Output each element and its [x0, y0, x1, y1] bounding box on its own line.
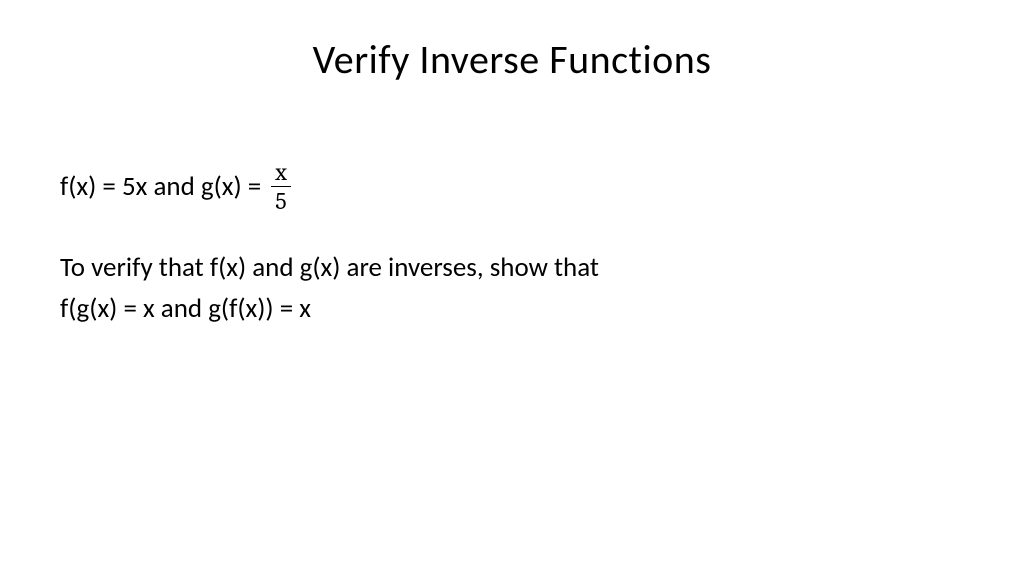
- fraction-denominator: 5: [271, 186, 291, 214]
- definition-line: f(x) = 5x and g(x) = x 5: [60, 159, 1024, 215]
- slide-content: f(x) = 5x and g(x) = x 5 To verify that …: [0, 84, 1024, 325]
- definition-text: f(x) = 5x and g(x) =: [60, 170, 261, 203]
- fraction-expression: x 5: [271, 159, 291, 215]
- verify-instruction-line: To verify that f(x) and g(x) are inverse…: [60, 251, 1024, 284]
- verify-conditions-line: f(g(x) = x and g(f(x)) = x: [60, 292, 1024, 325]
- fraction-numerator: x: [271, 159, 291, 186]
- slide-title: Verify Inverse Functions: [0, 0, 1024, 84]
